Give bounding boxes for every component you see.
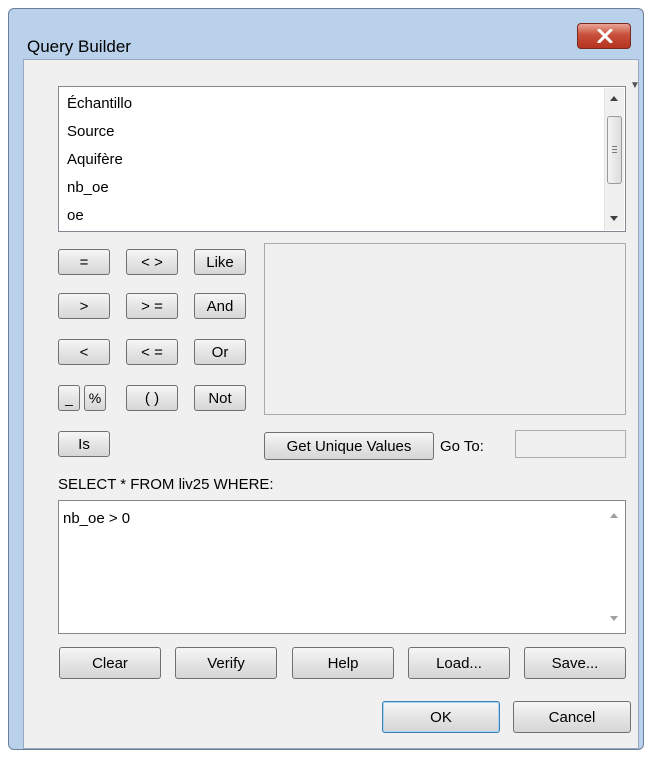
close-icon bbox=[597, 29, 613, 43]
dropdown-marker-icon: ▼ bbox=[630, 80, 640, 91]
field-list[interactable]: Échantillo Source Aquifère nb_oe oe bbox=[58, 86, 626, 232]
save-button[interactable]: Save... bbox=[524, 647, 626, 679]
verify-button[interactable]: Verify bbox=[175, 647, 277, 679]
field-item[interactable]: Source bbox=[67, 123, 115, 140]
ok-button[interactable]: OK bbox=[382, 701, 500, 733]
unique-values-list[interactable] bbox=[264, 243, 626, 415]
operator-less-button[interactable]: < bbox=[58, 339, 110, 365]
goto-input[interactable] bbox=[515, 430, 626, 458]
operator-like-button[interactable]: Like bbox=[194, 249, 246, 275]
operator-parens-button[interactable]: ( ) bbox=[126, 385, 178, 411]
sql-expression-text: nb_oe > 0 bbox=[63, 510, 131, 527]
query-builder-window: Query Builder Échantillo Source Aquifère… bbox=[8, 8, 644, 750]
operator-or-button[interactable]: Or bbox=[194, 339, 246, 365]
scroll-up-arrow-icon[interactable] bbox=[610, 96, 618, 101]
operator-equals-button[interactable]: = bbox=[58, 249, 110, 275]
operator-not-equals-button[interactable]: < > bbox=[126, 249, 178, 275]
cancel-button[interactable]: Cancel bbox=[513, 701, 631, 733]
scroll-down-arrow-icon[interactable] bbox=[610, 616, 618, 621]
operator-is-button[interactable]: Is bbox=[58, 431, 110, 457]
close-button[interactable] bbox=[577, 23, 631, 49]
operator-and-button[interactable]: And bbox=[194, 293, 246, 319]
clear-button[interactable]: Clear bbox=[59, 647, 161, 679]
scroll-thumb[interactable] bbox=[607, 116, 622, 184]
wildcard-underscore-button[interactable]: _ bbox=[58, 385, 80, 411]
sql-prefix-label: SELECT * FROM liv25 WHERE: bbox=[58, 476, 274, 493]
operator-greater-button[interactable]: > bbox=[58, 293, 110, 319]
operator-greater-equal-button[interactable]: > = bbox=[126, 293, 178, 319]
help-button[interactable]: Help bbox=[292, 647, 394, 679]
wildcard-percent-button[interactable]: % bbox=[84, 385, 106, 411]
window-title: Query Builder bbox=[27, 37, 131, 56]
field-item[interactable]: Échantillo bbox=[67, 95, 132, 112]
operator-less-equal-button[interactable]: < = bbox=[126, 339, 178, 365]
operator-not-button[interactable]: Not bbox=[194, 385, 246, 411]
field-item[interactable]: oe bbox=[67, 207, 84, 224]
scroll-up-arrow-icon[interactable] bbox=[610, 513, 618, 518]
field-item[interactable]: Aquifère bbox=[67, 151, 123, 168]
load-button[interactable]: Load... bbox=[408, 647, 510, 679]
scroll-down-arrow-icon[interactable] bbox=[610, 216, 618, 221]
field-item[interactable]: nb_oe bbox=[67, 179, 109, 196]
field-list-scrollbar[interactable] bbox=[604, 88, 624, 230]
sql-expression-input[interactable]: nb_oe > 0 bbox=[58, 500, 626, 634]
dialog-body: Échantillo Source Aquifère nb_oe oe ▼ = … bbox=[23, 59, 640, 749]
goto-label: Go To: bbox=[440, 438, 484, 455]
get-unique-values-button[interactable]: Get Unique Values bbox=[264, 432, 434, 460]
